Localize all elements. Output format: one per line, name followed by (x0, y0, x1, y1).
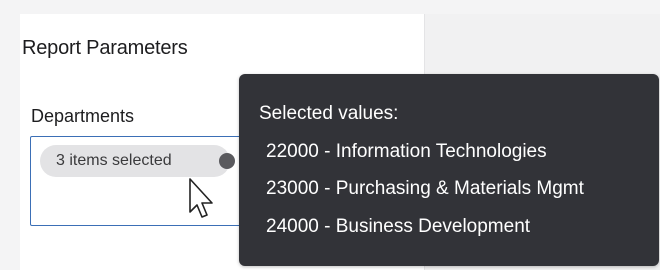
selected-values-tooltip: Selected values: 22000 - Information Tec… (239, 74, 659, 266)
close-circle-icon[interactable] (219, 153, 235, 169)
tooltip-title: Selected values: (259, 103, 399, 124)
tooltip-item: 22000 - Information Technologies (266, 141, 547, 162)
selected-items-chip[interactable]: 3 items selected (40, 145, 235, 177)
chip-label: 3 items selected (56, 152, 172, 169)
mouse-pointer-icon (189, 178, 213, 218)
tooltip-item: 23000 - Purchasing & Materials Mgmt (266, 178, 584, 199)
panel-title: Report Parameters (22, 37, 188, 59)
tooltip-item: 24000 - Business Development (266, 216, 531, 237)
departments-label: Departments (31, 106, 135, 126)
